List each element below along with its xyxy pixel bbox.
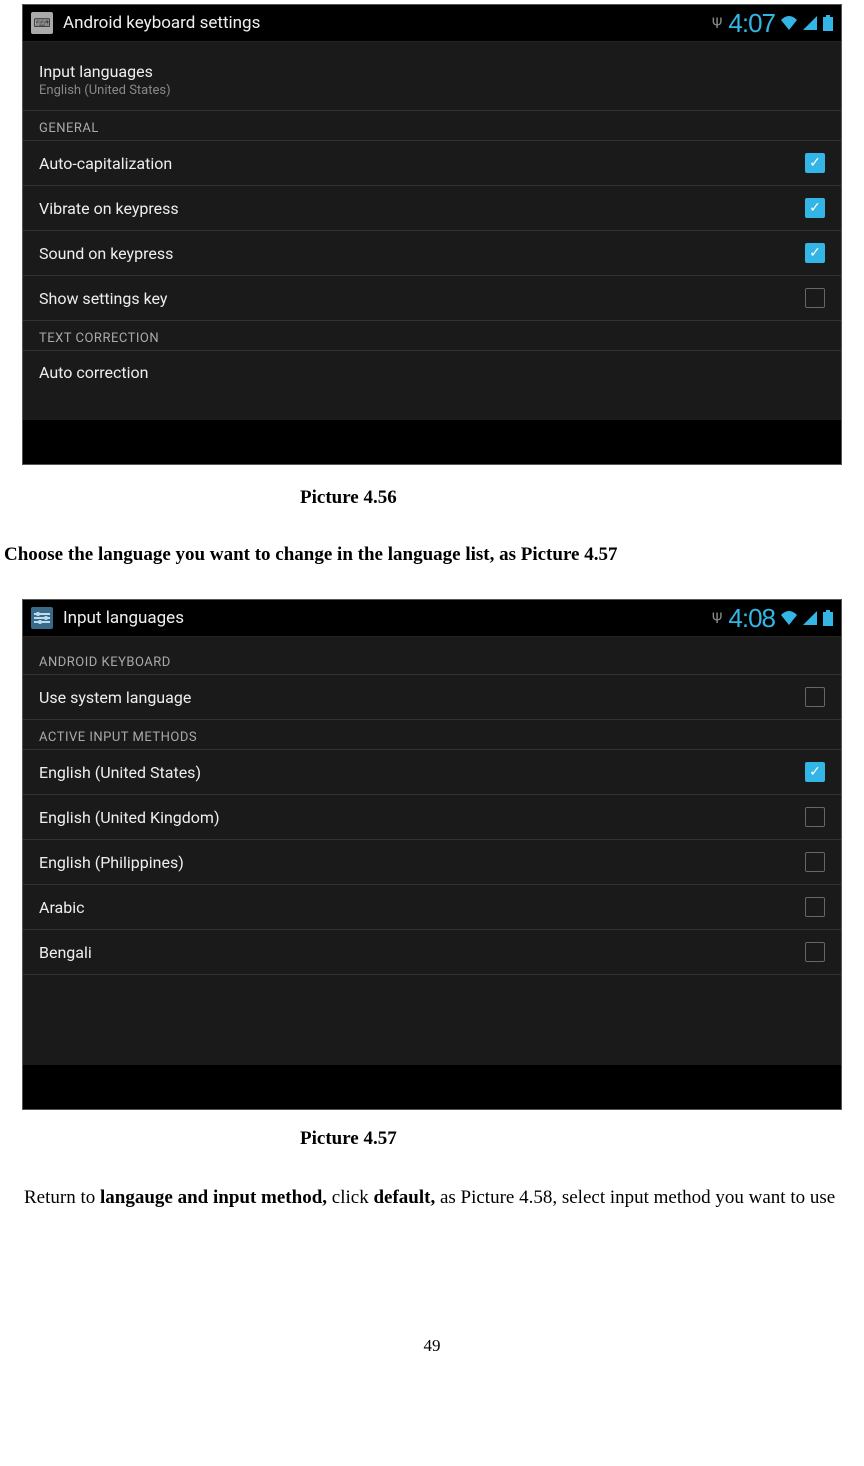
usb-icon: Ψ [712,609,722,627]
section-active-input-methods: ACTIVE INPUT METHODS [23,720,841,750]
bottom-black-strip [23,420,841,464]
auto-capitalization-row[interactable]: Auto-capitalization ✓ [23,141,841,186]
checkbox-unchecked-icon[interactable] [805,942,825,962]
checkbox-unchecked-icon[interactable] [805,288,825,308]
status-bar: ⌨ Android keyboard settings Ψ 4:07 [23,5,841,42]
checkbox-unchecked-icon[interactable] [805,687,825,707]
caption-picture-456: Picture 4.56 [300,487,864,509]
keyboard-icon: ⌨ [31,12,53,34]
row-label: Auto correction [39,363,825,382]
screenshot-input-languages: Input languages Ψ 4:08 ANDROID KEYBOARD … [22,599,842,1110]
sound-on-keypress-row[interactable]: Sound on keypress ✓ [23,231,841,276]
status-bar: Input languages Ψ 4:08 [23,600,841,637]
section-general: GENERAL [23,111,841,141]
battery-icon [823,610,833,626]
signal-icon [803,16,817,30]
text-rest: as Picture 4.58, select input method you… [440,1187,835,1208]
wifi-icon [781,16,797,30]
english-ph-row[interactable]: English (Philippines) [23,840,841,885]
vibrate-on-keypress-row[interactable]: Vibrate on keypress ✓ [23,186,841,231]
screen-title: Input languages [63,608,712,628]
checkbox-unchecked-icon[interactable] [805,807,825,827]
show-settings-key-row[interactable]: Show settings key [23,276,841,321]
checkbox-checked-icon[interactable]: ✓ [805,762,825,782]
section-text-correction: TEXT CORRECTION [23,321,841,351]
row-label: Use system language [39,688,805,707]
clock: 4:08 [728,603,775,634]
settings-sliders-icon [31,607,53,629]
row-label: English (United States) [39,763,805,782]
page-number: 49 [0,1336,864,1356]
settings-list: ANDROID KEYBOARD Use system language ACT… [23,637,841,1065]
text-mid: click [332,1187,374,1208]
row-label: Input languages [39,62,825,81]
row-sublabel: English (United States) [39,83,825,98]
row-label: Bengali [39,943,805,962]
clock: 4:07 [728,8,775,39]
row-label: English (Philippines) [39,853,805,872]
bottom-black-strip [23,1065,841,1109]
arabic-row[interactable]: Arabic [23,885,841,930]
status-right: Ψ 4:08 [712,603,833,634]
settings-list: Input languages English (United States) … [23,42,841,420]
checkbox-checked-icon[interactable]: ✓ [805,243,825,263]
text-bold-default: default, [373,1187,440,1208]
wifi-icon [781,611,797,625]
checkbox-checked-icon[interactable]: ✓ [805,153,825,173]
auto-correction-row[interactable]: Auto correction [23,351,841,386]
row-label: Auto-capitalization [39,154,805,173]
status-right: Ψ 4:07 [712,8,833,39]
section-android-keyboard: ANDROID KEYBOARD [23,645,841,675]
signal-icon [803,611,817,625]
battery-icon [823,15,833,31]
screen-title: Android keyboard settings [63,13,712,33]
checkbox-unchecked-icon[interactable] [805,897,825,917]
instruction-choose-language: Choose the language you want to change i… [4,537,860,573]
text-prefix: Return to [24,1187,100,1208]
usb-icon: Ψ [712,14,722,32]
caption-picture-457: Picture 4.57 [300,1128,864,1150]
row-label: Sound on keypress [39,244,805,263]
use-system-language-row[interactable]: Use system language [23,675,841,720]
english-uk-row[interactable]: English (United Kingdom) [23,795,841,840]
english-us-row[interactable]: English (United States) ✓ [23,750,841,795]
text-bold-langauge-input: langauge and input method, [100,1187,332,1208]
input-languages-row[interactable]: Input languages English (United States) [23,50,841,111]
row-label: Vibrate on keypress [39,199,805,218]
row-label: English (United Kingdom) [39,808,805,827]
row-label: Show settings key [39,289,805,308]
instruction-return-default: Return to langauge and input method, cli… [4,1180,860,1216]
document-page: ⌨ Android keyboard settings Ψ 4:07 Input [0,4,864,1396]
row-label: Arabic [39,898,805,917]
checkbox-checked-icon[interactable]: ✓ [805,198,825,218]
screenshot-keyboard-settings: ⌨ Android keyboard settings Ψ 4:07 Input [22,4,842,465]
bengali-row[interactable]: Bengali [23,930,841,975]
checkbox-unchecked-icon[interactable] [805,852,825,872]
